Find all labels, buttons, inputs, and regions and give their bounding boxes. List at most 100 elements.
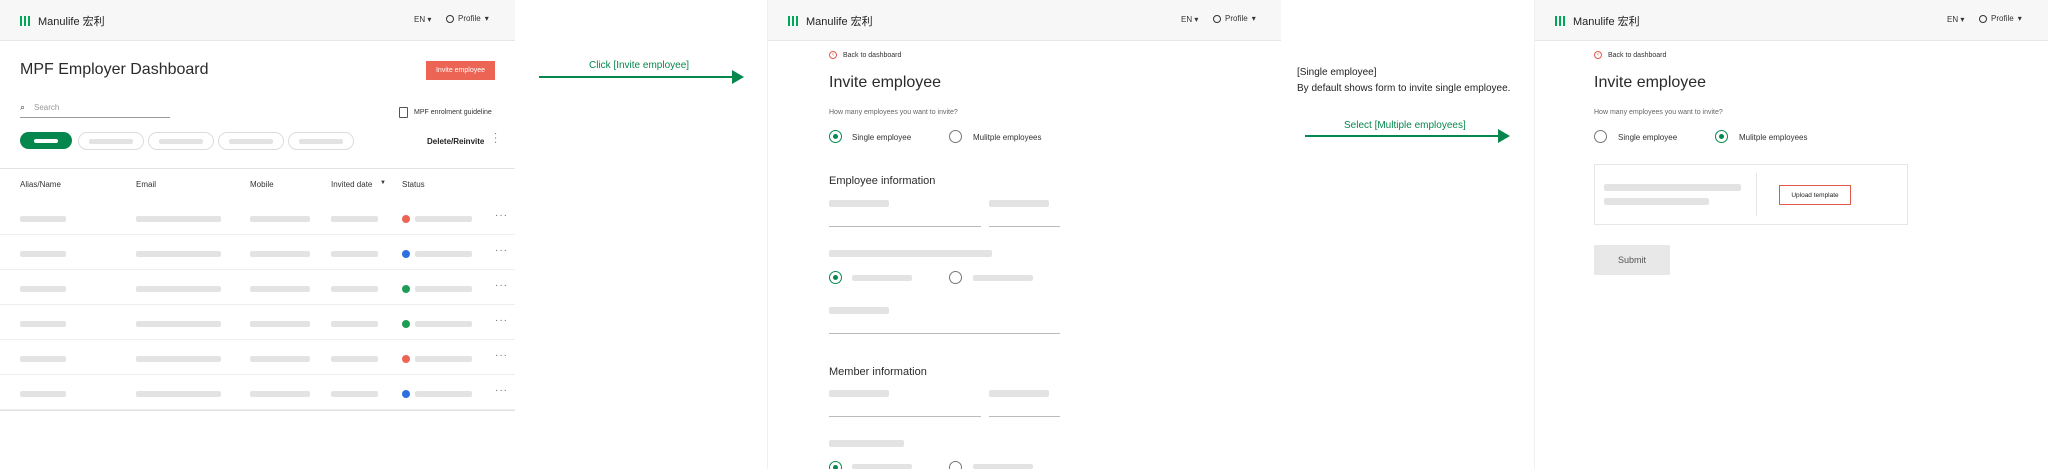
top-bar: Manulife 宏利 EN ▾ Profile ▾ [1535,0,2048,41]
guideline-label: MPF enrolment guideline [414,109,492,116]
cell-placeholder [415,216,472,222]
cell-placeholder [415,286,472,292]
col-status[interactable]: Status [402,180,425,189]
status-dot [402,320,410,328]
arrow-right-icon [732,70,744,84]
top-bar: Manulife 宏利 EN ▾ Profile ▾ [768,0,1281,41]
brand-name: Manulife 宏利 [806,16,873,28]
language-label: EN [1947,15,1959,24]
radio-multiple-employees[interactable] [949,130,962,143]
cell-placeholder [250,251,310,257]
cell-placeholder [250,321,310,327]
radio-option[interactable] [829,271,842,284]
document-icon [399,107,408,118]
table-row[interactable]: ··· [0,235,515,270]
table-row[interactable]: ··· [0,270,515,305]
profile-label: Profile [458,14,481,23]
flow-arrow-line [539,76,741,78]
row-more-icon[interactable]: ··· [495,385,508,396]
back-arrow-icon: ‹ [829,51,837,59]
brand-logo[interactable]: Manulife 宏利 [20,13,105,29]
language-label: EN [1181,15,1193,24]
table-row[interactable]: ··· [0,375,515,410]
col-email[interactable]: Email [136,180,156,189]
cell-placeholder [331,321,378,327]
radio-option[interactable] [949,271,962,284]
radio-label-placeholder [852,464,912,469]
brand-logo[interactable]: Manulife 宏利 [788,13,873,29]
radio-option[interactable] [829,461,842,469]
filter-chip[interactable] [148,132,214,150]
search-placeholder: Search [34,103,60,112]
invite-employee-button[interactable]: Invite employee [426,61,495,80]
chevron-down-icon: ▾ [2017,14,2022,23]
table-row[interactable]: ··· [0,200,515,235]
sort-down-icon[interactable]: ▼ [380,180,386,186]
status-dot [402,390,410,398]
filter-chip-active[interactable] [20,132,72,149]
row-more-icon[interactable]: ··· [495,210,508,221]
back-to-dashboard-link[interactable]: ‹ Back to dashboard [1594,51,1666,59]
filter-chip[interactable] [78,132,144,150]
filter-chip[interactable] [288,132,354,150]
manulife-logo-icon [1555,16,1565,26]
page-title: Invite employee [829,74,942,91]
status-dot [402,285,410,293]
col-invited-date[interactable]: Invited date [331,180,372,189]
radio-option[interactable] [949,461,962,469]
user-icon [1979,14,1987,23]
manulife-logo-icon [20,16,30,26]
cell-placeholder [250,391,310,397]
table-header: Alias/Name Email Mobile Invited date ▼ S… [0,169,515,200]
upload-panel: Upload template [1594,164,1908,225]
back-to-dashboard-link[interactable]: ‹ Back to dashboard [829,51,901,59]
radio-single-employee[interactable] [829,130,842,143]
upload-template-button[interactable]: Upload template [1779,185,1851,205]
row-more-icon[interactable]: ··· [495,350,508,361]
invite-multiple-screen: Manulife 宏利 EN ▾ Profile ▾ ‹ Back to dash… [1534,0,2048,469]
col-alias-name[interactable]: Alias/Name [20,180,61,189]
cell-placeholder [20,251,66,257]
row-more-icon[interactable]: ··· [495,245,508,256]
filter-chip[interactable] [218,132,284,150]
cell-placeholder [250,286,310,292]
delete-reinvite-button[interactable]: Delete/Reinvite [427,137,484,146]
page-title: Invite employee [1594,74,1707,91]
cell-placeholder [20,216,66,222]
search-input[interactable]: ⌕ Search [20,101,170,118]
row-more-icon[interactable]: ··· [495,280,508,291]
table-row[interactable]: ··· [0,305,515,340]
search-icon: ⌕ [20,102,26,112]
cell-placeholder [415,321,472,327]
radio-label-placeholder [973,464,1033,469]
profile-menu[interactable]: Profile ▾ [1213,14,1256,23]
language-selector[interactable]: EN ▾ [1181,15,1198,24]
language-selector[interactable]: EN ▾ [414,15,431,24]
cell-placeholder [20,286,66,292]
profile-menu[interactable]: Profile ▾ [446,14,489,23]
col-mobile[interactable]: Mobile [250,180,274,189]
brand-name: Manulife 宏利 [38,16,105,28]
employee-info-heading: Employee information [829,175,936,187]
radio-multiple-label: Mulitple employees [1739,133,1808,142]
row-more-icon[interactable]: ··· [495,315,508,326]
back-arrow-icon: ‹ [1594,51,1602,59]
instruction-placeholder [1604,184,1741,191]
submit-button[interactable]: Submit [1594,245,1670,275]
annotation-single-title: [Single employee] [1297,67,1377,78]
field-label-placeholder [829,440,904,447]
field-label-placeholder [829,250,992,257]
cell-placeholder [136,251,221,257]
chevron-down-icon: ▾ [484,14,489,23]
table-row[interactable]: ··· [0,340,515,375]
radio-multiple-employees[interactable] [1715,130,1728,143]
radio-single-employee[interactable] [1594,130,1607,143]
chevron-down-icon: ▾ [427,15,432,24]
brand-logo[interactable]: Manulife 宏利 [1555,13,1640,29]
status-dot [402,250,410,258]
more-options-icon[interactable]: ··· [490,132,501,145]
guideline-link[interactable]: MPF enrolment guideline [399,107,492,118]
profile-menu[interactable]: Profile ▾ [1979,14,2022,23]
language-selector[interactable]: EN ▾ [1947,15,1964,24]
back-label: Back to dashboard [1608,51,1667,59]
